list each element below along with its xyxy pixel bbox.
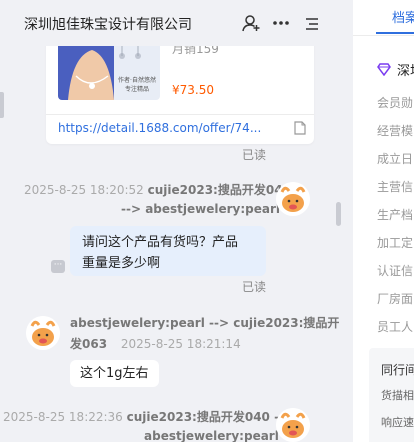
tab-profile[interactable]: 档案 [392,7,414,26]
profile-label: 会员勋 [377,96,414,110]
panel-separator [346,0,353,442]
message-route: --> abestjewelery:pearl [121,202,280,216]
profile-label: 加工定 [377,236,414,250]
chat-header: 深圳旭佳珠宝设计有限公司 [0,0,346,46]
peer-comparison-title: 同行间 [381,363,414,377]
profile-panel: 档案 深圳 会员勋 经营模 成立日 主营信 生产档 加工定 认证信 厂房面 员工… [353,0,414,442]
profile-label: 员工人 [377,320,414,334]
message-route-text: --> abestjewelery:pearl [121,202,281,216]
menu-icon[interactable] [305,16,319,35]
message-text: 这个1g左右 [80,366,149,381]
message-route-text: abestjewelery:pearl [144,429,279,442]
message-meta: 发063 2025-8-25 18:21:14 [70,335,241,352]
message-text-line1: 请问这个产品有货吗？产品 [82,235,239,250]
diamond-icon [377,61,391,80]
message-meta: 2025-8-25 18:20:52 cujie2023:搜品开发040 [24,181,291,198]
add-user-icon[interactable] [242,14,260,36]
product-link[interactable]: https://detail.1688.com/offer/74... [58,121,261,135]
message-time: 2025-8-25 18:22:36 [3,410,123,424]
chat-panel: 作者·自然悠然 专注精品 月销159 ¥73.50 https://detail… [0,0,346,442]
message-sender: abestjewelery:pearl --> cujie2023:搜品开 [70,316,340,330]
company-name: 深圳 [397,64,414,79]
product-price: ¥73.50 [172,83,214,97]
avatar[interactable] [276,408,310,442]
profile-label: 认证信 [377,264,414,278]
message-sender: cujie2023:搜品开发040 [147,183,291,197]
profile-label: 成立日 [377,152,414,166]
message-bubble: 请问这个产品有货吗？产品 重量是多少啊 [70,226,266,276]
avatar[interactable] [276,182,310,216]
profile-label: 经营模 [377,124,414,138]
message-meta: 2025-8-25 18:22:36 cujie2023:搜品开发040 --> [3,408,294,425]
read-status: 已读 [242,148,267,162]
message-time: 2025-8-25 18:20:52 [24,183,144,197]
peer-comparison-item: 货描相 [381,389,414,402]
message-more-icon[interactable]: ··· [51,260,65,273]
message-bubble: 这个1g左右 [70,360,159,387]
profile-label: 生产档 [377,208,414,222]
image-caption-2: 专注精品 [125,85,149,93]
chat-title: 深圳旭佳珠宝设计有限公司 [24,17,192,33]
more-icon[interactable] [272,15,290,35]
message-sender: cujie2023:搜品开发040 --> [126,410,295,424]
card-divider [46,114,314,115]
message-sender-cont: 发063 [70,337,108,351]
document-icon[interactable] [294,120,306,139]
message-time: 2025-8-25 18:21:14 [120,337,241,351]
left-scroll-handle[interactable] [0,92,4,118]
avatar[interactable] [26,316,60,350]
chat-scrollbar[interactable] [336,202,341,226]
read-status: 已读 [242,280,267,294]
tab-divider [353,35,414,36]
image-caption-1: 作者·自然悠然 [118,76,156,84]
profile-label: 主营信 [377,180,414,194]
profile-label: 厂房面 [377,292,414,306]
message-meta: abestjewelery:pearl --> cujie2023:搜品开 [70,314,339,331]
message-route: abestjewelery:pearl [144,429,279,442]
peer-comparison-item: 响应速 [381,416,414,429]
message-text-line2: 重量是多少啊 [82,256,161,271]
active-tab-indicator [376,32,414,34]
